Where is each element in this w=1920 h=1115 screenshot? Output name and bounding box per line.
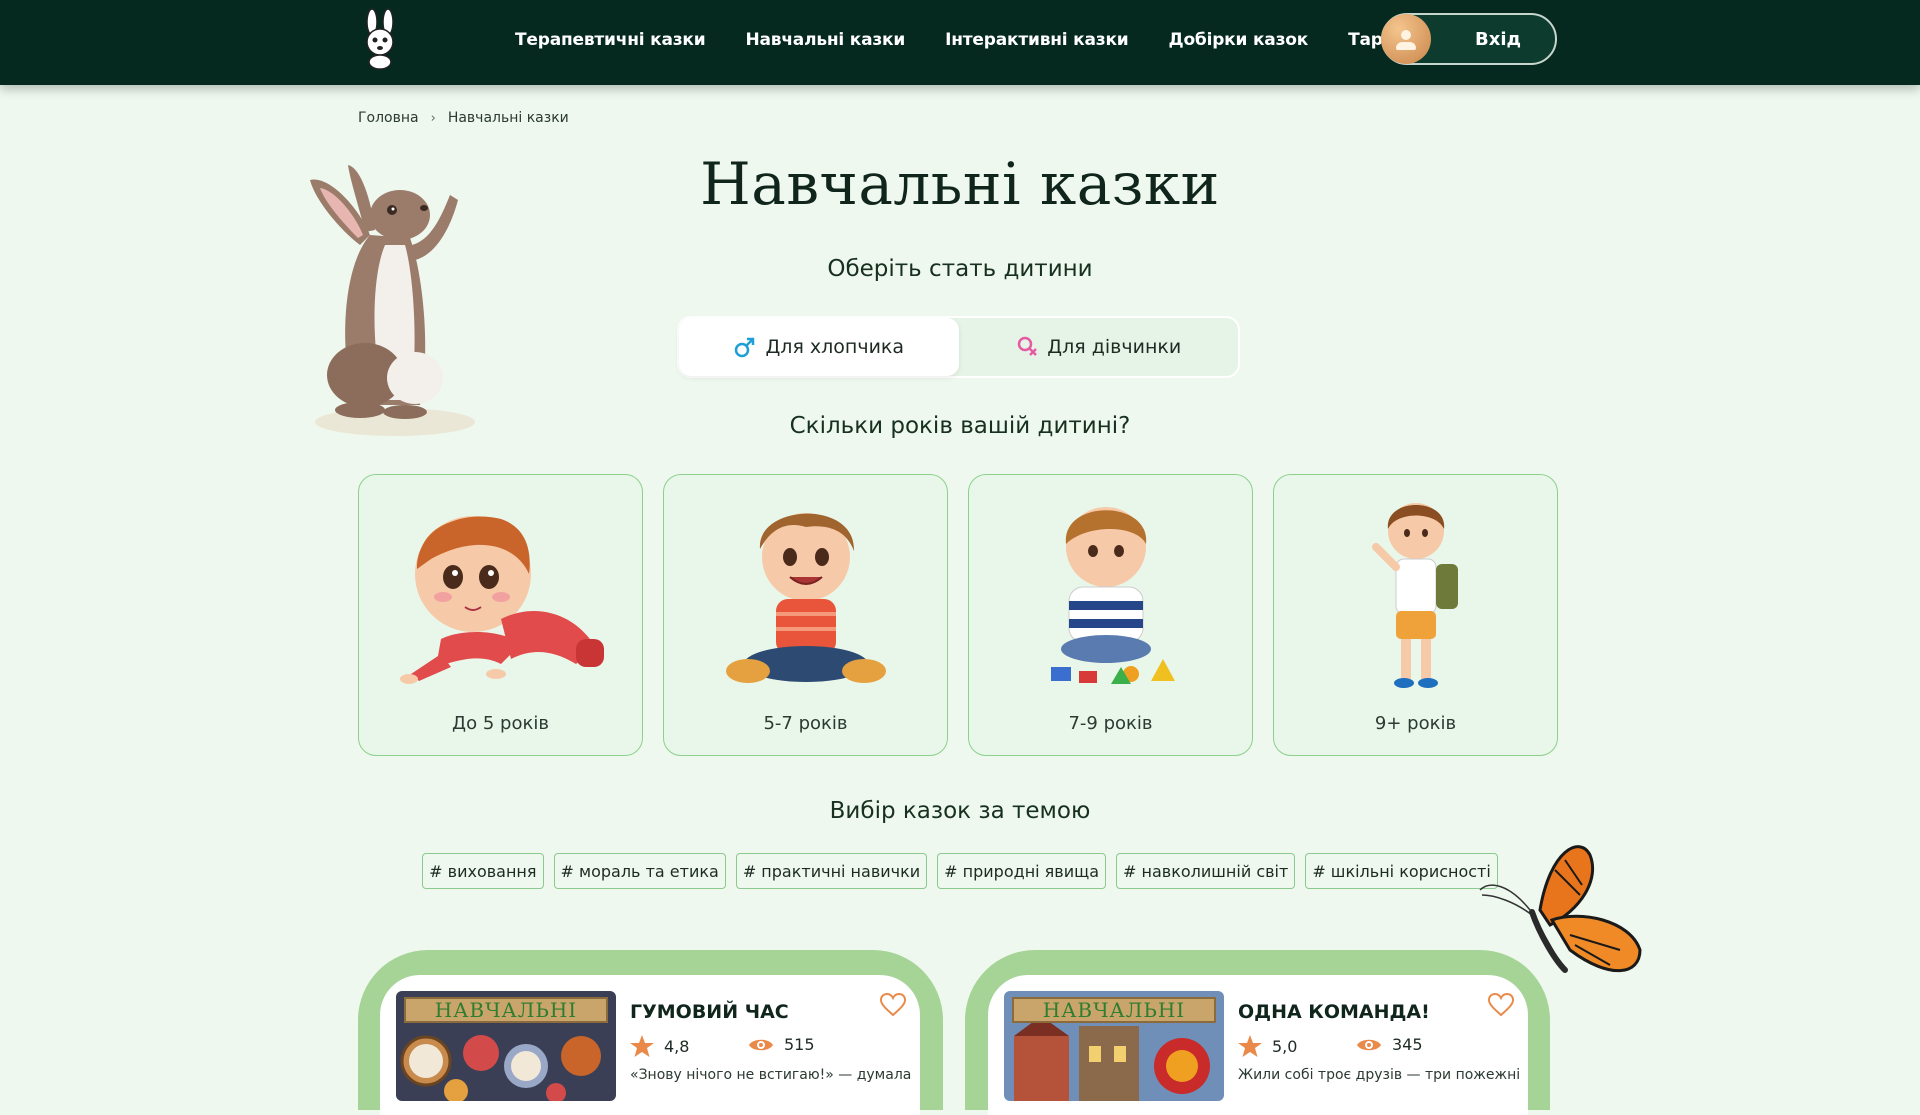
nav-educational[interactable]: Навчальні казки <box>745 30 905 50</box>
story-views-value: 345 <box>1392 1035 1423 1054</box>
age-card-5-7[interactable]: 5-7 років <box>663 474 948 756</box>
boy-with-blocks-illustration <box>1051 507 1175 684</box>
tag-surrounding-world[interactable]: # навколишній світ <box>1116 853 1296 889</box>
top-header: Терапевтичні казки Навчальні казки Інтер… <box>0 0 1920 85</box>
story-views-value: 515 <box>784 1035 815 1054</box>
story-title[interactable]: ОДНА КОМАНДА! <box>1238 1001 1430 1023</box>
breadcrumb-home[interactable]: Головна <box>358 110 419 126</box>
story-card[interactable]: НАВЧАЛЬНІ ГУМОВИЙ ЧАС 4,8 515 «Знову ніч… <box>380 975 920 1115</box>
heart-icon[interactable] <box>880 993 906 1017</box>
schoolboy-illustration <box>1372 503 1458 688</box>
star-icon <box>630 1035 654 1057</box>
story-title[interactable]: ГУМОВИЙ ЧАС <box>630 1001 789 1023</box>
female-symbol-icon <box>1018 336 1038 356</box>
story-views: 515 <box>748 1035 815 1054</box>
eye-icon <box>1357 1039 1381 1050</box>
age-card-9-plus[interactable]: 9+ років <box>1273 474 1558 756</box>
crawling-baby-illustration <box>400 516 604 684</box>
story-rating-value: 4,8 <box>664 1036 690 1056</box>
story-excerpt: «Знову нічого не встигаю!» — думала <box>630 1067 912 1083</box>
story-card[interactable]: НАВЧАЛЬНІ ОДНА КОМАНДА! 5,0 345 Жили соб… <box>988 975 1528 1115</box>
age-heading: Скільки років вашій дитині? <box>789 413 1131 439</box>
story-category-badge: НАВЧАЛЬНІ <box>404 997 608 1023</box>
bunny-logo-icon[interactable] <box>357 8 403 70</box>
story-category-badge: НАВЧАЛЬНІ <box>1012 997 1216 1023</box>
breadcrumb-current: Навчальні казки <box>447 110 569 126</box>
story-cover-image: НАВЧАЛЬНІ <box>396 991 616 1101</box>
heart-icon[interactable] <box>1488 993 1514 1017</box>
male-symbol-icon <box>735 337 755 358</box>
breadcrumb: Головна › Навчальні казки <box>358 110 569 126</box>
age-card-7-9[interactable]: 7-9 років <box>968 474 1253 756</box>
main-nav: Терапевтичні казки Навчальні казки Інтер… <box>515 0 1463 80</box>
gender-girl-option[interactable]: Для дівчинки <box>959 318 1239 376</box>
age-card-under-5[interactable]: До 5 років <box>358 474 643 756</box>
star-icon <box>1238 1035 1262 1057</box>
story-rating-value: 5,0 <box>1272 1036 1298 1056</box>
sitting-boy-illustration <box>726 513 886 683</box>
nav-collections[interactable]: Добірки казок <box>1169 30 1309 50</box>
chevron-right-icon: › <box>430 110 436 126</box>
gender-boy-option[interactable]: Для хлопчика <box>679 318 959 376</box>
age-label: 5-7 років <box>763 713 848 734</box>
page-title: Навчальні казки <box>700 150 1220 218</box>
story-cover-image: НАВЧАЛЬНІ <box>1004 991 1224 1101</box>
eye-icon <box>749 1039 773 1050</box>
nav-interactive[interactable]: Інтерактивні казки <box>945 30 1129 50</box>
user-avatar-icon <box>1381 14 1431 64</box>
tag-upbringing[interactable]: # виховання <box>422 853 544 889</box>
story-rating: 5,0 <box>1238 1035 1297 1057</box>
tag-natural-phenomena[interactable]: # природні явища <box>937 853 1107 889</box>
age-label: 9+ років <box>1374 713 1457 734</box>
age-label: До 5 років <box>452 713 549 734</box>
gender-toggle: Для хлопчика Для дівчинки <box>677 316 1240 378</box>
story-views: 345 <box>1356 1035 1423 1054</box>
tag-practical-skills[interactable]: # практичні навички <box>735 853 928 889</box>
login-button[interactable]: Вхід <box>1381 13 1557 65</box>
story-excerpt: Жили собі троє друзів — три пожежні <box>1238 1067 1521 1083</box>
gender-girl-label: Для дівчинки <box>1047 336 1182 358</box>
nav-therapeutic[interactable]: Терапевтичні казки <box>515 30 706 50</box>
tag-school-tips[interactable]: # шкільні корисності <box>1305 853 1498 889</box>
age-label: 7-9 років <box>1068 713 1153 734</box>
topics-heading: Вибір казок за темою <box>829 798 1091 824</box>
gender-heading: Оберіть стать дитини <box>827 256 1093 282</box>
gender-boy-label: Для хлопчика <box>765 336 905 358</box>
login-label: Вхід <box>1475 28 1522 50</box>
tag-morals-ethics[interactable]: # мораль та етика <box>553 853 726 889</box>
story-rating: 4,8 <box>630 1035 689 1057</box>
